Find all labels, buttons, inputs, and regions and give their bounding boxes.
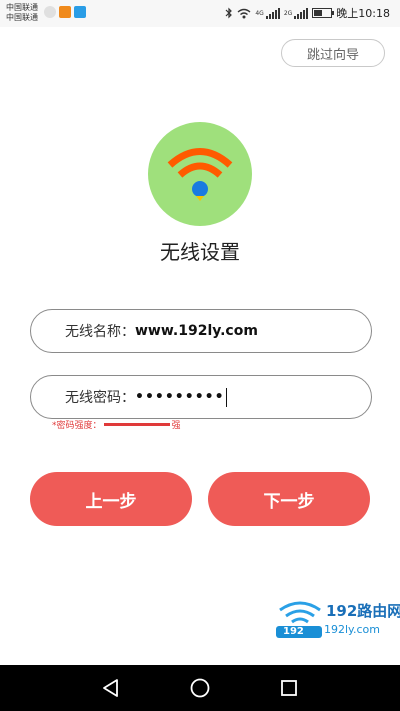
clock: 晚上10:18 [336,7,390,20]
status-bar: 中国联通 中国联通 4G 2G 晚上10:18 [0,0,400,27]
previous-step-button[interactable]: 上一步 [30,472,192,526]
ssid-value[interactable]: www.192ly.com [135,323,258,339]
heart-app-icon [44,6,56,18]
watermark-brand: 192路由网 [326,602,400,620]
bluetooth-icon [225,7,233,19]
signal-icon [265,7,280,19]
navigation-bar [0,665,400,711]
watermark-badge: 192 [283,626,304,637]
password-field[interactable]: 无线密码： ••••••••• [30,375,372,419]
password-value[interactable]: ••••••••• [135,389,225,405]
status-indicators: 4G 2G 晚上10:18 [225,5,390,21]
weibo-app-icon [59,6,71,18]
recent-square-icon[interactable] [277,676,301,700]
wifi-icon [167,148,233,201]
password-label: 无线密码： [65,390,135,406]
strength-label: *密码强度： [52,421,102,431]
notification-icons [44,6,86,18]
carrier-label: 中国联通 [6,3,38,12]
signal-icon [294,7,309,19]
strength-bar [103,423,170,426]
wifi-status-icon [237,8,251,18]
strength-value: 强 [171,421,181,431]
back-triangle-icon[interactable] [99,676,123,700]
ssid-field[interactable]: 无线名称： www.192ly.com [30,309,372,353]
password-strength: *密码强度： 强 [52,418,181,431]
carrier-label: 中国联通 [6,13,38,22]
battery-icon [312,8,335,18]
watermark-url: 192ly.com [324,623,380,636]
home-circle-icon[interactable] [188,676,212,700]
wifi-logo [148,122,252,226]
next-step-button[interactable]: 下一步 [208,472,370,526]
network-type: 2G [283,9,293,17]
text-cursor [225,387,227,407]
network-type: 4G [255,9,264,17]
page-title: 无线设置 [160,240,240,264]
skip-wizard-button[interactable]: 跳过向导 [281,39,385,67]
ssid-label: 无线名称： [65,324,135,340]
message-app-icon [74,6,86,18]
watermark-logo: 192 192路由网 192ly.com [276,594,400,640]
